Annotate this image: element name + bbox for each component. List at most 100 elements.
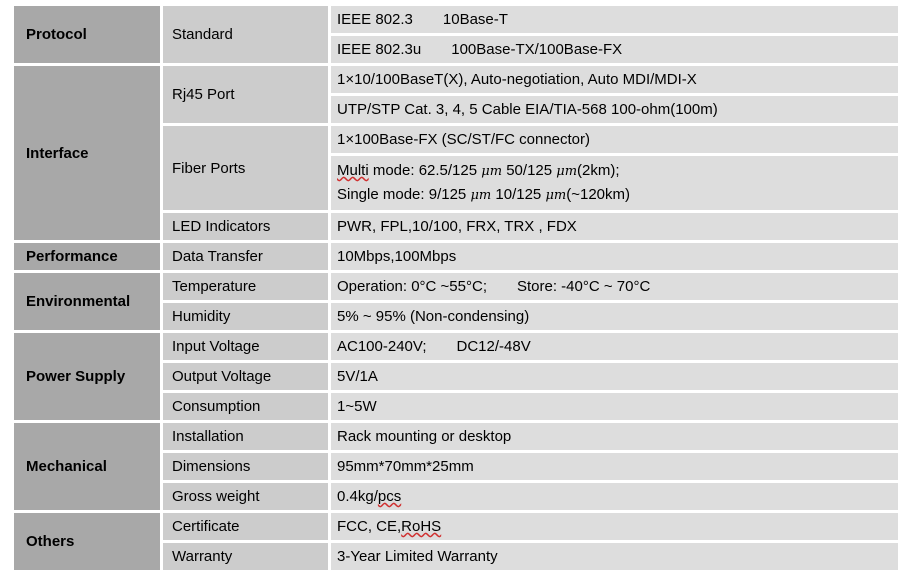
spec-value-stack: Operation: 0°C ~55°C; Store: -40°C ~ 70°C: [331, 273, 898, 300]
category-group: Protocol Standard IEEE 802.3 10Base-T IEEE 8…: [14, 6, 898, 63]
spec-value-stack: 1~5W: [331, 393, 898, 420]
spec-value-cell: 1×100Base-FX (SC/ST/FC connector): [331, 126, 898, 153]
value-line-prefix: Multi: [337, 162, 369, 179]
table-row: Dimensions 95mm*70mm*25mm: [163, 453, 898, 480]
table-row: Consumption 1~5W: [163, 393, 898, 420]
spec-value-cell: IEEE 802.3 10Base-T: [331, 6, 898, 33]
table-row: Humidity 5% ~ 95% (Non-condensing): [163, 303, 898, 330]
spec-item-name: Output Voltage: [163, 363, 328, 390]
spec-item-name: Certificate: [163, 513, 328, 540]
value-line-prefix: Single: [337, 186, 379, 203]
table-row: Installation Rack mounting or desktop: [163, 423, 898, 450]
value-part: IEEE 802.3u: [337, 41, 422, 58]
spec-value-cell: 1~5W: [331, 393, 898, 420]
spec-value-cell: Multi mode: 62.5/125 μm 50/125 μm(2km); S…: [331, 156, 898, 210]
table-row: Certificate FCC, CE, RoHS: [163, 513, 898, 540]
spec-value-stack: IEEE 802.3 10Base-T IEEE 802.3u 100Base-TX/…: [331, 6, 898, 63]
spec-value-cell: Operation: 0°C ~55°C; Store: -40°C ~ 70°C: [331, 273, 898, 300]
spec-value-cell: PWR, FPL,10/100, FRX, TRX , FDX: [331, 213, 898, 240]
spec-item-name: Humidity: [163, 303, 328, 330]
category-label-mechanical: Mechanical: [14, 423, 160, 510]
spec-value-cell: UTP/STP Cat. 3, 4, 5 Cable EIA/TIA-568 1…: [331, 96, 898, 123]
spec-item-name: Installation: [163, 423, 328, 450]
category-rows: Rj45 Port 1×10/100BaseT(X), Auto-negotiat…: [163, 66, 898, 240]
table-row: Rj45 Port 1×10/100BaseT(X), Auto-negotiat…: [163, 66, 898, 123]
table-row: Warranty 3-Year Limited Warranty: [163, 543, 898, 570]
spec-value-cell: Rack mounting or desktop: [331, 423, 898, 450]
table-row: Output Voltage 5V/1A: [163, 363, 898, 390]
value-part: DC12/-48V: [456, 338, 531, 355]
spec-value-cell: AC100-240V; DC12/-48V: [331, 333, 898, 360]
value-part: 10Base-T: [442, 11, 508, 28]
spec-value-stack: PWR, FPL,10/100, FRX, TRX , FDX: [331, 213, 898, 240]
spec-value-stack: FCC, CE, RoHS: [331, 513, 898, 540]
category-group: Environmental Temperature Operation: 0°C ~…: [14, 273, 898, 330]
spec-value-stack: 1×10/100BaseT(X), Auto-negotiation, Auto…: [331, 66, 898, 123]
spec-value-stack: 1×100Base-FX (SC/ST/FC connector) Multi m…: [331, 126, 898, 210]
spec-value-stack: 3-Year Limited Warranty: [331, 543, 898, 570]
spec-value-stack: AC100-240V; DC12/-48V: [331, 333, 898, 360]
spec-item-name: Rj45 Port: [163, 66, 328, 123]
category-label-interface: Interface: [14, 66, 160, 240]
spec-item-name: Gross weight: [163, 483, 328, 510]
spec-value-stack: 0.4kg/pcs: [331, 483, 898, 510]
specification-table: Protocol Standard IEEE 802.3 10Base-T IEEE 8…: [14, 6, 898, 570]
spec-item-name: Consumption: [163, 393, 328, 420]
category-rows: Certificate FCC, CE, RoHS Warranty 3-Year Li…: [163, 513, 898, 570]
category-group: Performance Data Transfer 10Mbps,100Mbps: [14, 243, 898, 270]
value-part: IEEE 802.3: [337, 11, 413, 28]
spec-item-name: Standard: [163, 6, 328, 63]
value-part: Operation: 0°C ~55°C;: [337, 278, 487, 295]
value-line-mid: mode: 62.5/125: [368, 162, 482, 179]
spec-item-name: Dimensions: [163, 453, 328, 480]
spec-value-stack: 5V/1A: [331, 363, 898, 390]
value-line-mid: mode: 9/125: [378, 186, 471, 203]
category-group: Power Supply Input Voltage AC100-240V; DC12…: [14, 333, 898, 420]
value-tail: pcs: [377, 488, 402, 505]
spec-value-cell: 10Mbps,100Mbps: [331, 243, 898, 270]
category-rows: Installation Rack mounting or desktop Dime…: [163, 423, 898, 510]
spec-value-stack: Rack mounting or desktop: [331, 423, 898, 450]
spec-value-cell: 3-Year Limited Warranty: [331, 543, 898, 570]
value-part: 100Base-TX/100Base-FX: [451, 41, 623, 58]
category-label-protocol: Protocol: [14, 6, 160, 63]
table-row: Gross weight 0.4kg/pcs: [163, 483, 898, 510]
spec-value-cell: 5% ~ 95% (Non-condensing): [331, 303, 898, 330]
spec-value-cell: 0.4kg/pcs: [331, 483, 898, 510]
spec-value-cell: 1×10/100BaseT(X), Auto-negotiation, Auto…: [331, 66, 898, 93]
spec-item-name: Data Transfer: [163, 243, 328, 270]
value-line: Single mode: 9/125 μm 10/125 μm(~120km): [337, 183, 898, 207]
category-rows: Data Transfer 10Mbps,100Mbps: [163, 243, 898, 270]
spec-item-name: Input Voltage: [163, 333, 328, 360]
value-part: AC100-240V;: [337, 338, 427, 355]
table-row: Temperature Operation: 0°C ~55°C; Store: -…: [163, 273, 898, 300]
spec-value-cell: 5V/1A: [331, 363, 898, 390]
category-rows: Input Voltage AC100-240V; DC12/-48V Output …: [163, 333, 898, 420]
value-tail: RoHS: [401, 518, 442, 535]
micrometer-unit: μm: [545, 188, 567, 203]
value-part: Store: -40°C ~ 70°C: [517, 278, 651, 295]
spec-item-name: LED Indicators: [163, 213, 328, 240]
category-label-environmental: Environmental: [14, 273, 160, 330]
value-line-mid2: 10/125: [491, 186, 546, 203]
category-label-performance: Performance: [14, 243, 160, 270]
value-line-suffix: (~120km): [566, 186, 630, 203]
value-head: FCC, CE,: [337, 518, 402, 535]
micrometer-unit: μm: [556, 164, 578, 179]
category-rows: Standard IEEE 802.3 10Base-T IEEE 802.3u 100…: [163, 6, 898, 63]
spec-value-cell: FCC, CE, RoHS: [331, 513, 898, 540]
micrometer-unit: μm: [470, 188, 492, 203]
value-line: Multi mode: 62.5/125 μm 50/125 μm(2km);: [337, 159, 898, 183]
spec-value-cell: 95mm*70mm*25mm: [331, 453, 898, 480]
value-line-mid2: 50/125: [502, 162, 557, 179]
spec-value-stack: 95mm*70mm*25mm: [331, 453, 898, 480]
category-rows: Temperature Operation: 0°C ~55°C; Store: -…: [163, 273, 898, 330]
table-row: Input Voltage AC100-240V; DC12/-48V: [163, 333, 898, 360]
micrometer-unit: μm: [481, 164, 503, 179]
spec-item-name: Temperature: [163, 273, 328, 300]
table-row: Fiber Ports 1×100Base-FX (SC/ST/FC connec…: [163, 126, 898, 210]
spec-value-stack: 10Mbps,100Mbps: [331, 243, 898, 270]
value-head: 0.4kg/: [337, 488, 378, 505]
category-group: Interface Rj45 Port 1×10/100BaseT(X), Auto…: [14, 66, 898, 240]
value-line-suffix: (2km);: [577, 162, 620, 179]
